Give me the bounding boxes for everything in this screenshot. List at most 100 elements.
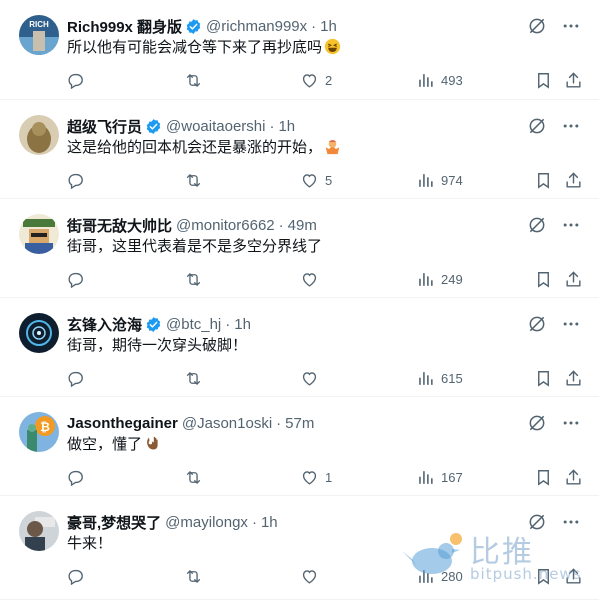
tweet[interactable]: 超级飞行员 @woaitaoershi · 1h 这是给他的回本机会还是暴涨的开始， 5 9… — [0, 100, 599, 199]
bookmark-button[interactable] — [534, 367, 553, 389]
views-count: 974 — [441, 172, 463, 188]
avatar[interactable] — [19, 511, 59, 551]
reply-button[interactable] — [66, 268, 91, 290]
display-name[interactable]: 豪哥,梦想哭了 — [67, 512, 161, 533]
share-button[interactable] — [564, 565, 583, 587]
heart-icon — [300, 369, 319, 388]
tweet-text-body: 街哥，期待一次穿头破脚！ — [67, 337, 248, 354]
ok-hand-emoji-icon — [144, 435, 161, 452]
avatar[interactable] — [19, 115, 59, 155]
avatar[interactable] — [19, 214, 59, 254]
tweet-text: 牛来！ — [67, 534, 112, 554]
timestamp[interactable]: 57m — [285, 415, 314, 432]
timestamp[interactable]: 49m — [288, 217, 317, 234]
more-icon[interactable] — [561, 215, 581, 235]
tweet-text: 这是给他的回本机会还是暴涨的开始， — [67, 138, 341, 158]
timestamp[interactable]: 1h — [261, 514, 278, 531]
more-icon[interactable] — [561, 413, 581, 433]
like-button[interactable] — [300, 367, 325, 389]
bookmark-button[interactable] — [534, 466, 553, 488]
timestamp[interactable]: 1h — [234, 316, 251, 333]
user-handle[interactable]: @mayilongx — [165, 514, 248, 531]
bookmark-button[interactable] — [534, 268, 553, 290]
views-button[interactable]: 167 — [416, 466, 463, 488]
retweet-button[interactable] — [184, 466, 209, 488]
user-handle[interactable]: @woaitaoershi — [166, 118, 265, 135]
views-chart-icon — [416, 71, 435, 90]
bookmark-button[interactable] — [534, 565, 553, 587]
views-count: 280 — [441, 568, 463, 584]
share-button[interactable] — [564, 268, 583, 290]
retweet-button[interactable] — [184, 169, 209, 191]
display-name[interactable]: Jasonthegainer — [67, 415, 178, 432]
tweet-text-body: 做空，懂了 — [67, 436, 143, 453]
retweet-button[interactable] — [184, 367, 209, 389]
more-icon[interactable] — [561, 16, 581, 36]
timestamp[interactable]: 1h — [278, 118, 295, 135]
share-button[interactable] — [564, 69, 583, 91]
grok-icon[interactable] — [527, 512, 547, 532]
views-count: 167 — [441, 469, 463, 485]
tweet[interactable]: 街哥无敌大帅比 @monitor6662 · 49m 街哥，这里代表着是不是多空分界线了… — [0, 199, 599, 298]
tweet-text: 街哥，这里代表着是不是多空分界线了 — [67, 237, 322, 257]
like-count: 2 — [325, 72, 333, 88]
like-button[interactable]: 1 — [300, 466, 332, 488]
display-name[interactable]: 玄锋入沧海 — [67, 314, 142, 335]
retweet-button[interactable] — [184, 565, 209, 587]
more-icon[interactable] — [561, 116, 581, 136]
grok-icon[interactable] — [527, 413, 547, 433]
reply-button[interactable] — [66, 367, 91, 389]
views-button[interactable]: 974 — [416, 169, 463, 191]
bookmark-button[interactable] — [534, 69, 553, 91]
views-button[interactable]: 493 — [416, 69, 463, 91]
bookmark-icon — [534, 567, 553, 586]
reply-button[interactable] — [66, 69, 91, 91]
share-button[interactable] — [564, 367, 583, 389]
grok-icon[interactable] — [527, 16, 547, 36]
avatar[interactable]: RICH — [19, 15, 59, 55]
tweet[interactable]: 豪哥,梦想哭了 @mayilongx · 1h 牛来！ 280 — [0, 496, 599, 600]
share-button[interactable] — [564, 466, 583, 488]
retweet-button[interactable] — [184, 268, 209, 290]
avatar[interactable] — [19, 313, 59, 353]
avatar[interactable]: ₿ — [19, 412, 59, 452]
like-button[interactable] — [300, 268, 325, 290]
heart-icon — [300, 171, 319, 190]
tweet[interactable]: ₿ Jasonthegainer @Jason1oski · 57m 做空，懂了 1 167 — [0, 397, 599, 496]
user-handle[interactable]: @btc_hj — [166, 316, 221, 333]
grok-icon[interactable] — [527, 314, 547, 334]
tweet[interactable]: 玄锋入沧海 @btc_hj · 1h 街哥，期待一次穿头破脚！ 615 — [0, 298, 599, 397]
display-name[interactable]: Rich999x 翻身版 — [67, 16, 182, 37]
grok-icon[interactable] — [527, 215, 547, 235]
like-button[interactable] — [300, 565, 325, 587]
share-button[interactable] — [564, 169, 583, 191]
tweet-text-body: 所以他有可能会减仓等下来了再抄底吗 — [67, 39, 323, 56]
bookmark-button[interactable] — [534, 169, 553, 191]
reply-icon — [66, 270, 85, 289]
tweet-top-actions — [527, 512, 581, 532]
display-name[interactable]: 街哥无敌大帅比 — [67, 215, 172, 236]
separator-dot: · — [276, 414, 282, 432]
views-button[interactable]: 280 — [416, 565, 463, 587]
display-name[interactable]: 超级飞行员 — [67, 116, 142, 137]
heart-icon — [300, 567, 319, 586]
timestamp[interactable]: 1h — [320, 18, 337, 35]
more-icon[interactable] — [561, 512, 581, 532]
retweet-button[interactable] — [184, 69, 209, 91]
views-button[interactable]: 615 — [416, 367, 463, 389]
like-button[interactable]: 2 — [300, 69, 332, 91]
grok-icon[interactable] — [527, 116, 547, 136]
more-icon[interactable] — [561, 314, 581, 334]
tweet[interactable]: RICH Rich999x 翻身版 @richman999x · 1h 所以他有可能会减仓… — [0, 0, 599, 100]
user-handle[interactable]: @monitor6662 — [176, 217, 275, 234]
views-chart-icon — [416, 171, 435, 190]
reply-button[interactable] — [66, 466, 91, 488]
reply-button[interactable] — [66, 169, 91, 191]
reply-button[interactable] — [66, 565, 91, 587]
user-handle[interactable]: @richman999x — [206, 18, 307, 35]
tweet-actions: 280 — [62, 565, 592, 589]
user-handle[interactable]: @Jason1oski — [182, 415, 272, 432]
views-button[interactable]: 249 — [416, 268, 463, 290]
like-button[interactable]: 5 — [300, 169, 332, 191]
views-count: 615 — [441, 370, 463, 386]
